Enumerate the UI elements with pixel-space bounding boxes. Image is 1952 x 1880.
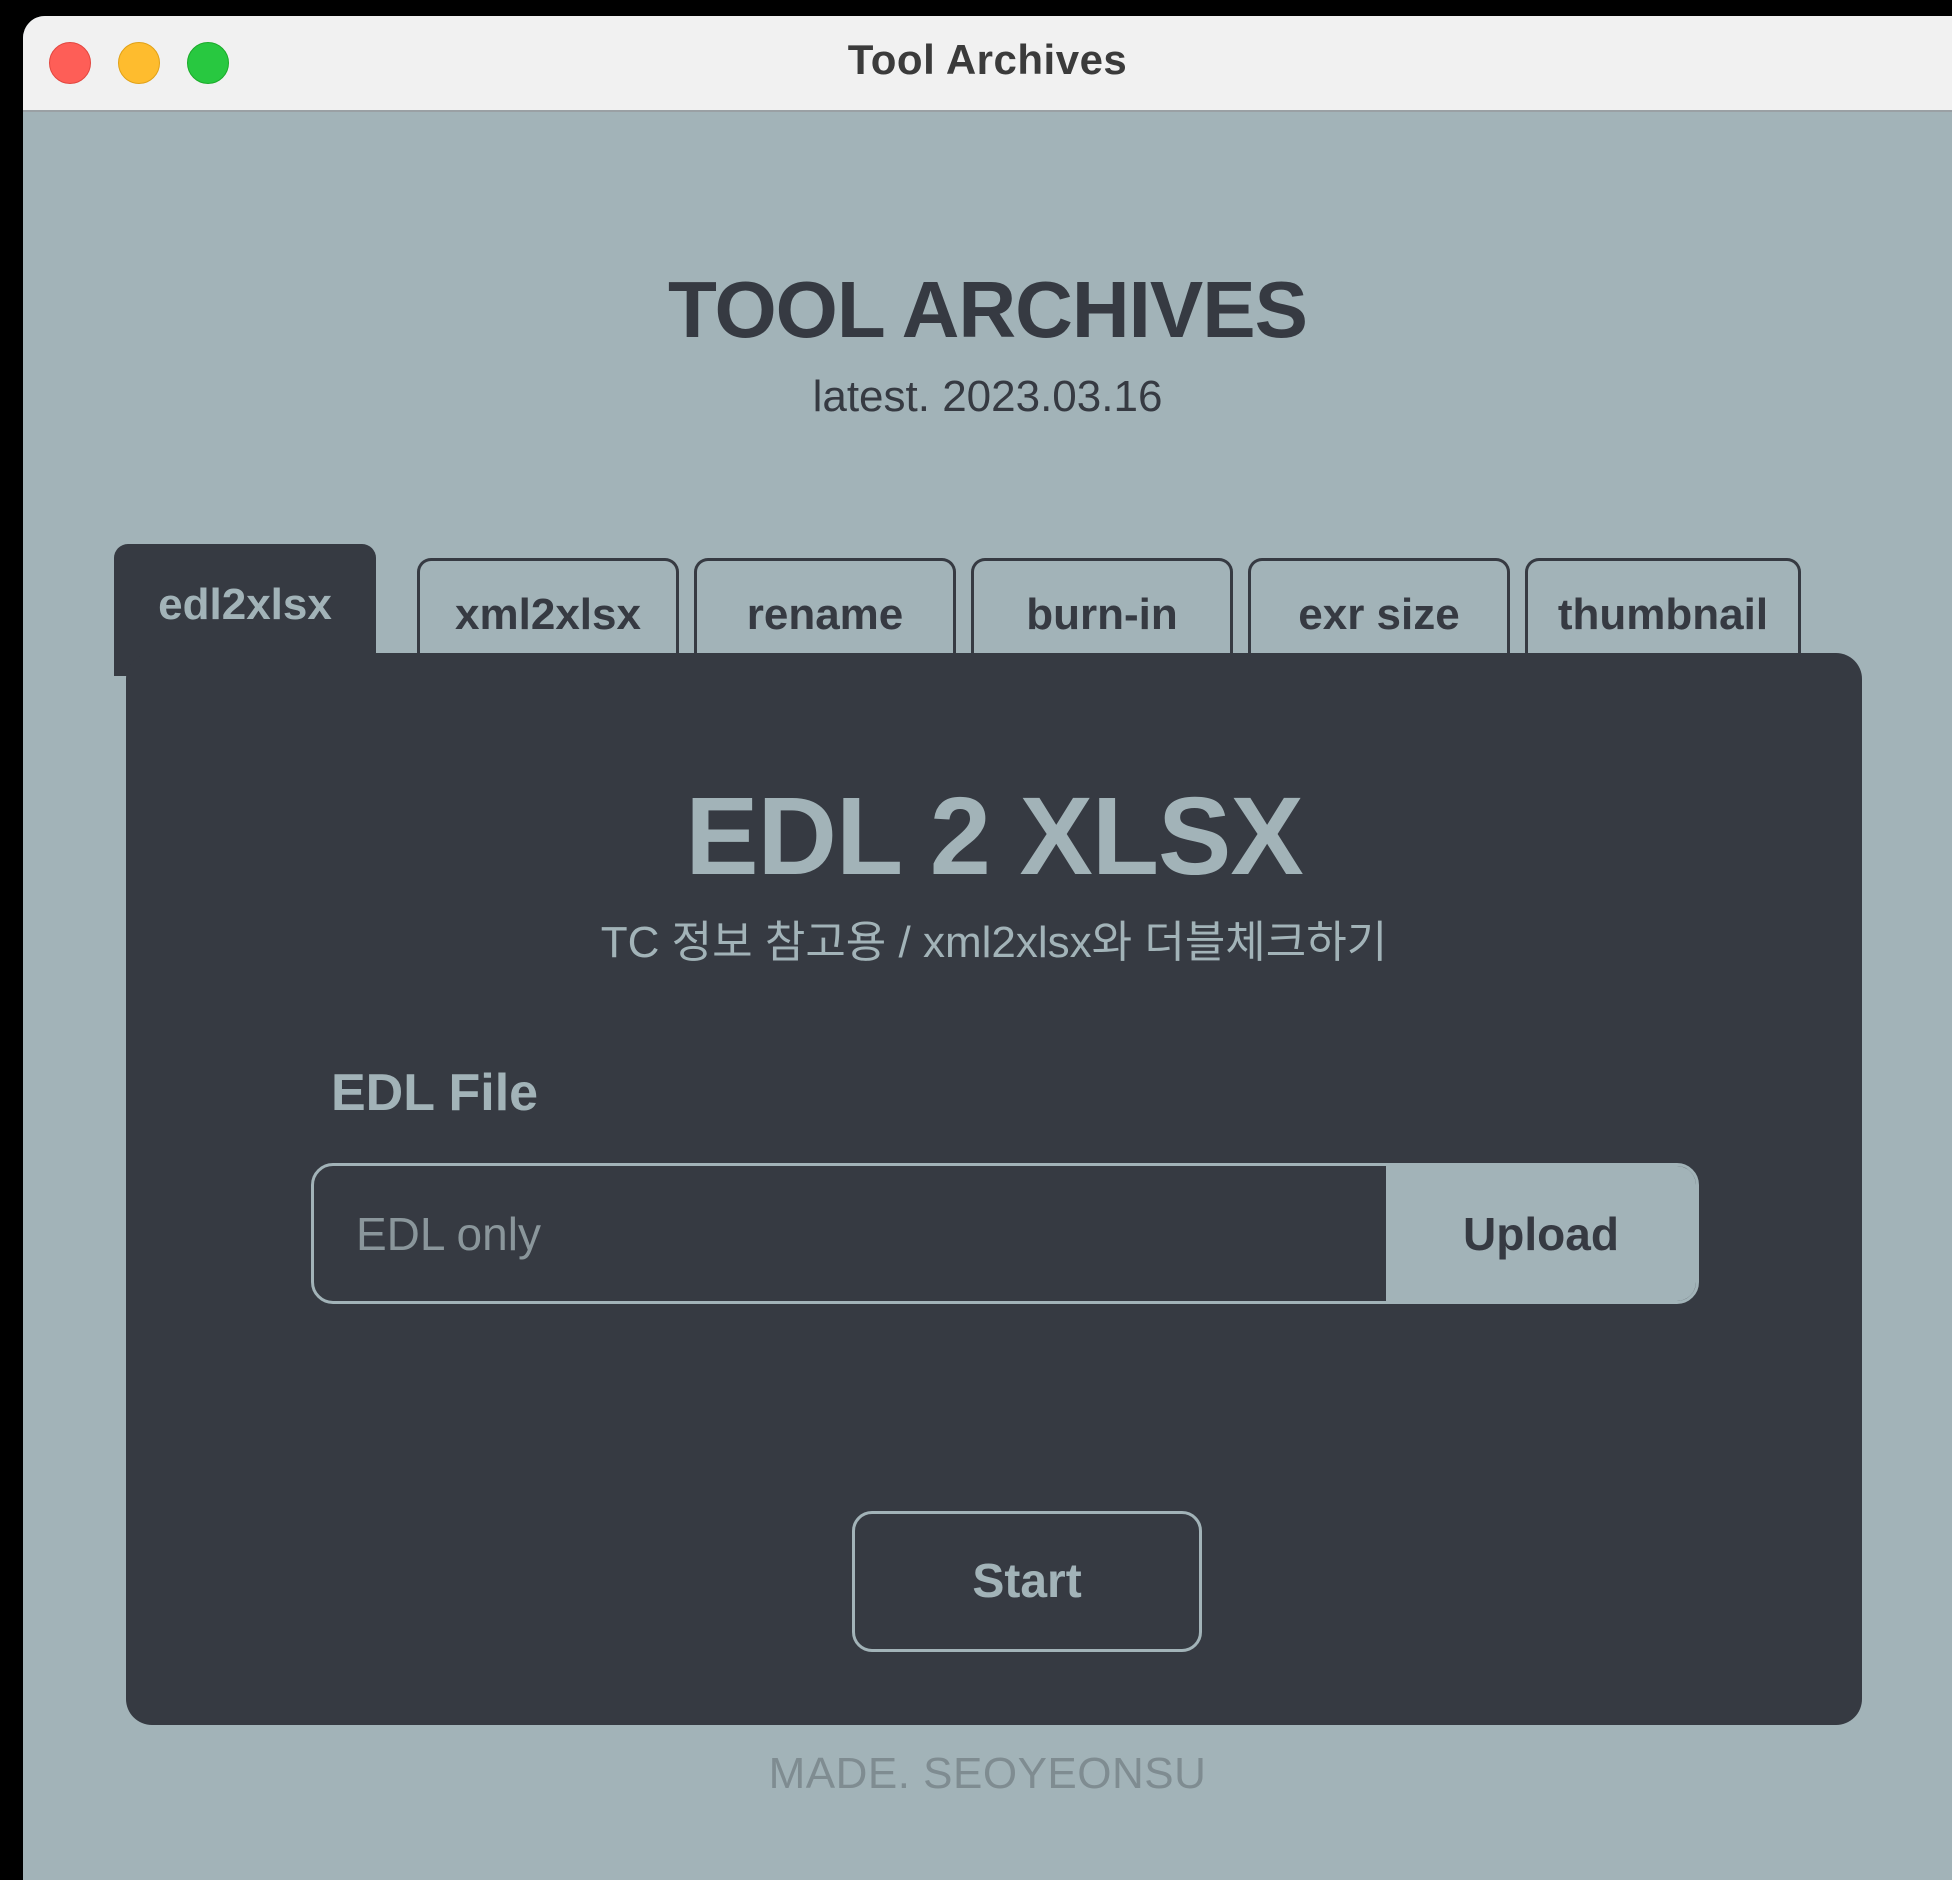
footer-credit: MADE. SEOYEONSU bbox=[768, 1749, 1207, 1798]
tool-panel: EDL 2 XLSX TC 정보 참고용 / xml2xlsx와 더블체크하기 … bbox=[126, 653, 1862, 1725]
app-title: TOOL ARCHIVES bbox=[668, 265, 1308, 354]
title-bar: Tool Archives bbox=[23, 16, 1952, 112]
edl-file-label: EDL File bbox=[331, 1064, 539, 1122]
tab-bar: edl2xlsx xml2xlsx rename burn-in exr siz… bbox=[23, 528, 1952, 676]
tab-rename[interactable]: rename bbox=[694, 558, 956, 668]
window-title: Tool Archives bbox=[847, 36, 1128, 83]
app-version: latest. 2023.03.16 bbox=[812, 372, 1163, 421]
panel-title: EDL 2 XLSX bbox=[685, 775, 1304, 898]
tab-burn-in[interactable]: burn-in bbox=[971, 558, 1233, 668]
edl-file-input[interactable] bbox=[314, 1166, 1386, 1301]
tab-thumbnail[interactable]: thumbnail bbox=[1525, 558, 1801, 668]
panel-subtitle: TC 정보 참고용 / xml2xlsx와 더블체크하기 bbox=[600, 918, 1388, 967]
start-button[interactable]: Start bbox=[852, 1511, 1202, 1652]
app-window: Tool Archives TOOL ARCHIVES latest. 2023… bbox=[23, 16, 1952, 1880]
file-upload-group: Upload bbox=[311, 1163, 1699, 1304]
upload-button[interactable]: Upload bbox=[1386, 1166, 1696, 1301]
tab-xml2xlsx[interactable]: xml2xlsx bbox=[417, 558, 679, 668]
tab-exr-size[interactable]: exr size bbox=[1248, 558, 1510, 668]
